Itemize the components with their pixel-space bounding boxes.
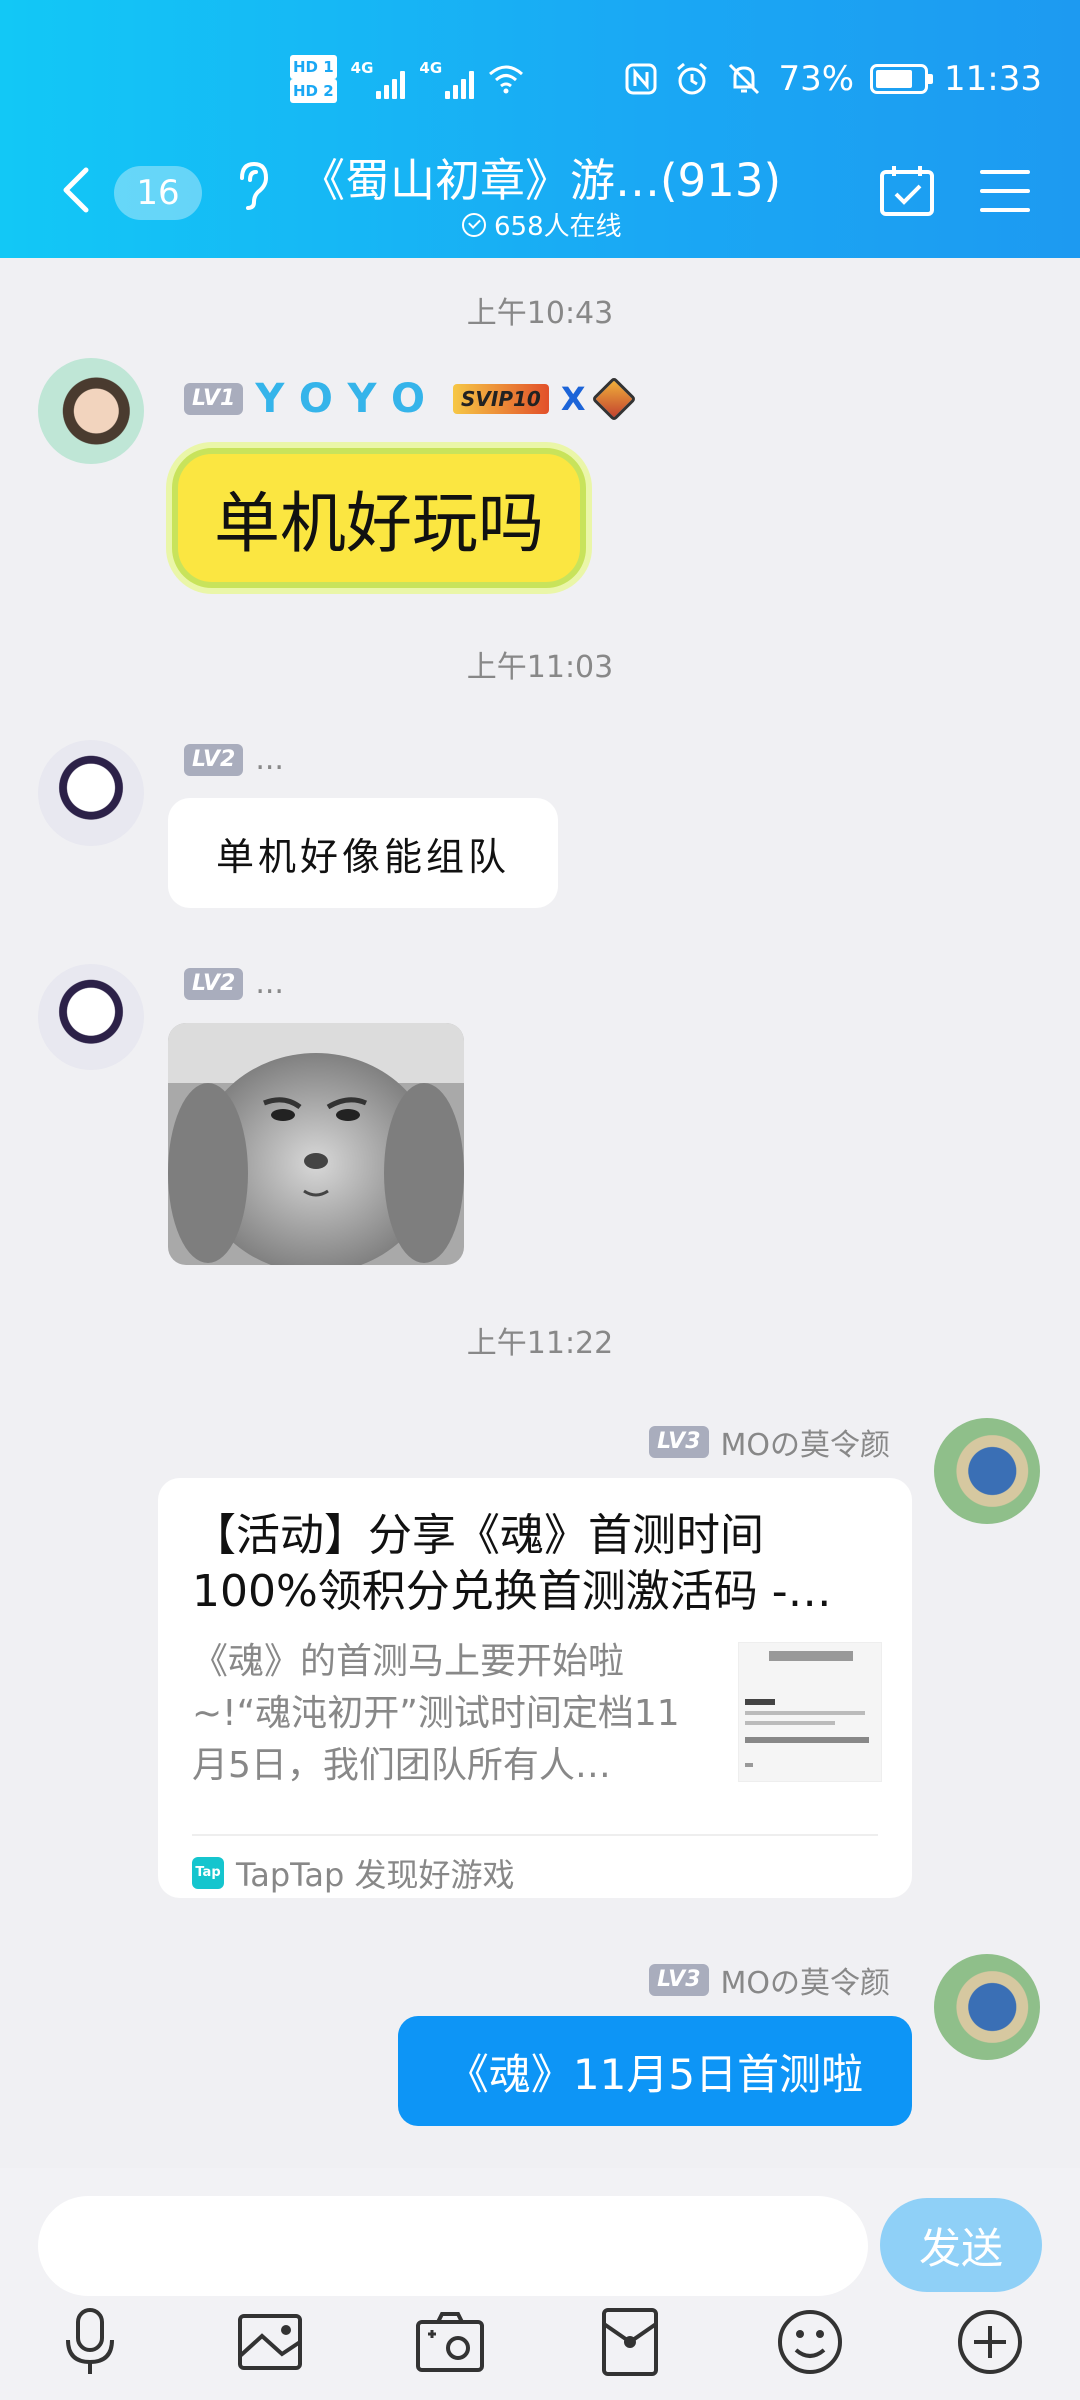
group-title[interactable]: 《蜀山初章》游…(913) bbox=[300, 144, 781, 209]
svip-x-badge: X bbox=[560, 380, 586, 418]
sim1-label: HD 1 bbox=[290, 55, 337, 79]
net2-label: 4G bbox=[419, 59, 443, 77]
nfc-icon bbox=[625, 63, 657, 95]
sender-info: LV2 ... bbox=[184, 966, 284, 1001]
card-description: 《魂》的首测马上要开始啦~!“魂沌初开”测试时间定档11月5日，我们团队所有人… bbox=[192, 1641, 680, 1786]
back-arrow-icon[interactable] bbox=[52, 162, 102, 218]
card-source: Tap TapTap 发现好游戏 bbox=[192, 1850, 515, 1896]
avatar[interactable] bbox=[38, 358, 144, 464]
sender-name[interactable]: YOYO bbox=[255, 376, 441, 422]
online-check-icon bbox=[462, 212, 486, 237]
sender-name[interactable]: ... bbox=[255, 966, 284, 1001]
net1-label: 4G bbox=[350, 59, 374, 77]
shared-link-card[interactable]: 【活动】分享《魂》首测时间100%领积分兑换首测激活码 -… 《魂》的首测马上要… bbox=[158, 1478, 912, 1898]
sender-name[interactable]: MOの莫令颜 bbox=[721, 1958, 891, 2002]
card-source-text: TapTap 发现好游戏 bbox=[236, 1856, 515, 1894]
rabbit-sticker-image[interactable] bbox=[168, 1023, 464, 1265]
battery-icon bbox=[870, 64, 934, 94]
sender-info: LV3 MOの莫令颜 bbox=[649, 1420, 890, 1464]
camera-icon[interactable] bbox=[412, 2304, 488, 2380]
message-bubble[interactable]: 单机好像能组队 bbox=[168, 798, 558, 908]
calendar-check-icon[interactable] bbox=[878, 162, 936, 218]
photo-icon[interactable] bbox=[232, 2304, 308, 2380]
timestamp: 上午11:22 bbox=[466, 1326, 614, 1361]
input-bar: 发送 bbox=[0, 2168, 1080, 2400]
signal-2-icon: 4G bbox=[419, 59, 475, 99]
sender-info: LV1 YOYO SVIP10 X bbox=[184, 376, 637, 422]
message-input[interactable] bbox=[38, 2196, 868, 2296]
card-thumbnail-image bbox=[738, 1642, 882, 1782]
red-packet-icon[interactable] bbox=[592, 2304, 668, 2380]
menu-icon[interactable] bbox=[980, 168, 1030, 214]
message-text: 《魂》11月5日首测啦 bbox=[446, 2049, 864, 2099]
app-header: HD 1 HD 2 4G 4G 73% 11:33 16 《蜀山初章》游…(91… bbox=[0, 0, 1080, 258]
message-bubble[interactable]: 《魂》11月5日首测啦 bbox=[398, 2016, 912, 2126]
sender-name[interactable]: ... bbox=[255, 742, 284, 777]
alarm-icon bbox=[677, 62, 708, 95]
diamond-icon bbox=[590, 376, 637, 422]
avatar[interactable] bbox=[38, 964, 144, 1070]
card-title: 【活动】分享《魂》首测时间100%领积分兑换首测激活码 -… bbox=[192, 1510, 832, 1617]
sim-indicators: HD 1 HD 2 bbox=[290, 55, 337, 103]
signal-1-icon: 4G bbox=[351, 59, 406, 99]
svip-badge: SVIP10 bbox=[453, 384, 549, 414]
level-badge: LV3 bbox=[649, 1426, 709, 1458]
clock: 11:33 bbox=[944, 59, 1042, 99]
avatar[interactable] bbox=[38, 740, 144, 846]
status-bar: HD 1 HD 2 4G 4G 73% 11:33 bbox=[0, 48, 1080, 110]
sender-info: LV3 MOの莫令颜 bbox=[649, 1958, 890, 2002]
avatar[interactable] bbox=[934, 1954, 1040, 2060]
sender-name[interactable]: MOの莫令颜 bbox=[721, 1420, 891, 1464]
timestamp: 上午10:43 bbox=[466, 296, 614, 331]
message-bubble[interactable]: 单机好玩吗 bbox=[172, 448, 586, 588]
nav-row: 16 《蜀山初章》游…(913) 658人在线 bbox=[0, 140, 1080, 243]
emoji-icon[interactable] bbox=[772, 2304, 848, 2380]
taptap-logo-icon: Tap bbox=[192, 1857, 224, 1889]
online-text: 658人在线 bbox=[494, 212, 622, 242]
mute-bell-icon bbox=[729, 63, 760, 95]
battery-percent: 73% bbox=[778, 59, 855, 99]
unread-count-badge[interactable]: 16 bbox=[114, 166, 202, 220]
divider bbox=[192, 1834, 878, 1836]
message-text: 单机好像能组队 bbox=[215, 834, 510, 879]
send-button[interactable]: 发送 bbox=[880, 2198, 1042, 2292]
level-badge: LV2 bbox=[184, 967, 244, 1000]
message-text: 单机好玩吗 bbox=[214, 485, 544, 562]
microphone-icon[interactable] bbox=[52, 2304, 128, 2380]
wifi-icon bbox=[489, 65, 524, 94]
ear-icon[interactable] bbox=[232, 158, 274, 214]
plus-icon[interactable] bbox=[952, 2304, 1028, 2380]
chat-area[interactable]: 上午10:43 LV1 YOYO SVIP10 X 单机好玩吗 上午11:03 … bbox=[0, 258, 1080, 2168]
avatar[interactable] bbox=[934, 1418, 1040, 1524]
timestamp: 上午11:03 bbox=[466, 650, 614, 685]
sim2-label: HD 2 bbox=[290, 79, 337, 103]
level-badge: LV2 bbox=[184, 743, 244, 776]
level-badge: LV1 bbox=[184, 383, 244, 415]
sender-info: LV2 ... bbox=[184, 742, 284, 777]
online-count: 658人在线 bbox=[462, 206, 622, 243]
level-badge: LV3 bbox=[649, 1964, 709, 1996]
